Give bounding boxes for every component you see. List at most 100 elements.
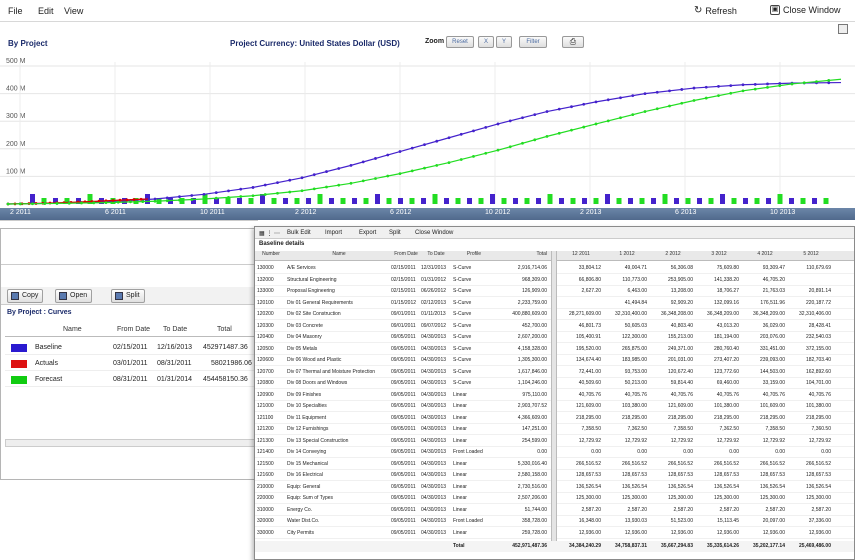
grid-period-cell: 125,300.00 xyxy=(759,495,785,501)
series-point-baseline xyxy=(239,187,243,191)
total-cell: 35,202,177.14 xyxy=(753,543,785,549)
curve-row-baseline[interactable]: Baseline 02/15/2011 12/16/2013 452971487… xyxy=(5,341,255,355)
curve-total: 454458150.36 xyxy=(203,376,248,383)
horizontal-scrollbar[interactable] xyxy=(5,439,255,447)
series-point-baseline xyxy=(729,84,733,87)
chart-plot-area: 500 M 400 M 300 M 200 M 100 M xyxy=(0,54,855,208)
grid-period-cell: 125,300.00 xyxy=(621,495,647,501)
series-point-baseline xyxy=(325,170,328,173)
menu-file[interactable]: File xyxy=(8,6,23,16)
zoom-reset-button[interactable]: Reset xyxy=(446,36,474,48)
grid-period-cell: 122,300.00 xyxy=(621,334,647,340)
split-table-button[interactable]: Split xyxy=(389,230,401,236)
col-total[interactable]: Total xyxy=(217,326,232,333)
grid-col-header[interactable]: Number xyxy=(257,251,285,261)
grid-cell: Energy Co. xyxy=(287,506,313,513)
curve-row-forecast[interactable]: Forecast 08/31/2011 01/31/2014 454458150… xyxy=(5,373,255,387)
grid-cell: 120100 xyxy=(257,299,274,306)
grid-period-header[interactable]: 5 2012 xyxy=(789,251,833,261)
grid-period-cell: 40,705.76 xyxy=(716,391,739,398)
series-point-baseline xyxy=(472,129,475,133)
grid-period-cell: 218,295.00 xyxy=(667,414,693,421)
grid-cell: Linear xyxy=(453,495,467,501)
grid-cell: Linear xyxy=(453,529,467,536)
grid-cell: 04/30/2013 xyxy=(421,414,447,421)
grid-period-cell: 92,909.20 xyxy=(670,299,693,306)
split-button[interactable]: Split xyxy=(111,289,145,303)
series-point-baseline xyxy=(386,153,390,157)
grid-cell: 51,744.00 xyxy=(524,506,547,513)
grid-col-header[interactable]: Profile xyxy=(453,251,495,261)
export-button[interactable]: Export xyxy=(359,230,376,236)
grid-period-header[interactable]: 12 2011 xyxy=(559,251,603,261)
copy-button[interactable]: Copy xyxy=(7,289,44,303)
print-button[interactable]: ⎙ xyxy=(562,36,584,48)
grid-col-header[interactable]: From Date xyxy=(391,251,421,261)
grid-period-cell: 12,936.00 xyxy=(808,529,831,536)
series-point-baseline xyxy=(276,181,279,185)
series-point-forecast xyxy=(116,200,120,204)
series-point-forecast xyxy=(361,179,365,183)
grid-period-cell: 32,310,400.00 xyxy=(615,311,647,317)
close-window-button[interactable]: ▣ Close Window xyxy=(770,5,841,15)
grid-cell: City Permits xyxy=(287,529,314,536)
col-to-date[interactable]: To Date xyxy=(163,326,187,333)
grid-period-header[interactable]: 2 2012 xyxy=(651,251,695,261)
grid-cell: 12/31/2013 xyxy=(421,265,447,271)
grid-cell: 06/26/2012 xyxy=(421,288,447,294)
grid-period-cell: 182,703.40 xyxy=(805,357,831,363)
grid-period-header[interactable]: 4 2012 xyxy=(743,251,787,261)
grid-period-header[interactable]: 1 2012 xyxy=(605,251,649,261)
series-point-baseline xyxy=(741,83,745,87)
menu-edit[interactable]: Edit xyxy=(38,6,54,16)
filter-button[interactable]: Filter xyxy=(519,36,547,48)
grid-period-header[interactable]: 3 2012 xyxy=(697,251,741,261)
grid-cell: 130000 xyxy=(257,265,274,271)
series-point-baseline xyxy=(508,119,512,123)
grid-period-cell: 128,657.53 xyxy=(759,472,785,478)
grid-period-cell: 40,705.76 xyxy=(670,391,693,398)
series-point-forecast xyxy=(153,199,157,203)
bulk-edit-button[interactable]: Bulk Edit xyxy=(287,230,311,236)
total-cell: 35,335,614.26 xyxy=(707,543,739,549)
grid-cell: 09/05/2011 xyxy=(391,368,416,375)
printer-icon: ⎙ xyxy=(569,37,577,46)
grid-col-header[interactable]: Name xyxy=(287,251,391,261)
series-point-baseline xyxy=(190,194,194,197)
refresh-button[interactable]: ↻ Refresh xyxy=(694,5,737,16)
open-button[interactable]: Open xyxy=(55,289,93,303)
import-button[interactable]: Import xyxy=(325,230,342,236)
grid-cell: 04/30/2013 xyxy=(421,403,447,409)
grid-cell: 04/30/2013 xyxy=(421,437,447,444)
close-table-button[interactable]: Close Window xyxy=(415,230,453,236)
col-from-date[interactable]: From Date xyxy=(117,326,150,333)
grid-period-cell: 12,729.92 xyxy=(808,437,831,444)
period-bar xyxy=(616,198,622,204)
grid-period-cell: 75,609.80 xyxy=(716,265,739,271)
panel-minimize-button[interactable] xyxy=(838,24,848,34)
pane-splitter[interactable] xyxy=(551,251,557,551)
curve-row-actuals[interactable]: Actuals 03/01/2011 08/31/2011 58021986.0… xyxy=(5,357,255,371)
grid-period-cell: 36,029.00 xyxy=(762,322,785,329)
grid-col-header[interactable]: To Date xyxy=(421,251,451,261)
grid-cell: 09/05/2011 xyxy=(391,460,416,467)
grid-icon[interactable]: ▦ ⋮ ⋯ xyxy=(259,230,280,237)
series-point-baseline xyxy=(643,92,647,95)
series-point-baseline xyxy=(704,85,708,89)
grid-col-header[interactable]: Total xyxy=(495,251,547,261)
grid-cell: 09/05/2011 xyxy=(391,472,416,478)
grid-cell: Linear xyxy=(453,472,467,478)
series-point-baseline xyxy=(349,163,353,167)
grid-cell: 4,366,609.00 xyxy=(517,414,547,421)
zoom-x-button[interactable]: X xyxy=(478,36,494,48)
series-point-baseline xyxy=(717,85,720,88)
period-bar xyxy=(455,198,461,204)
menu-view[interactable]: View xyxy=(64,6,83,16)
table-toolbar: ▦ ⋮ ⋯ Bulk Edit Import Export Split Clos… xyxy=(255,227,854,239)
grid-cell: 147,251.00 xyxy=(521,426,547,432)
y-tick-label: 500 M xyxy=(6,58,26,65)
col-name[interactable]: Name xyxy=(63,326,82,333)
grid-cell: 04/30/2013 xyxy=(421,518,447,524)
series-point-forecast xyxy=(729,91,733,95)
zoom-y-button[interactable]: Y xyxy=(496,36,512,48)
